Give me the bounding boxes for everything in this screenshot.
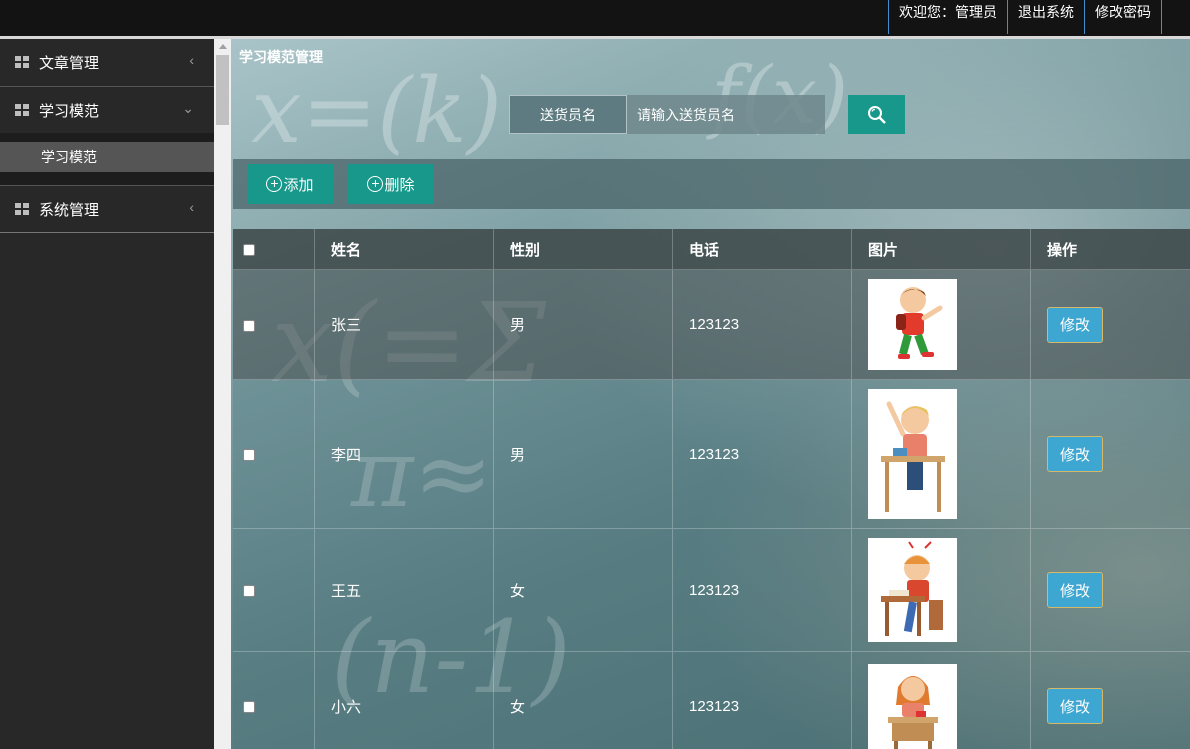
chevron-down-icon: ⌄ bbox=[182, 100, 194, 116]
data-table: 姓名 性别 电话 图片 操作 张三 男 123123 修改 李四 男 12312… bbox=[233, 229, 1190, 749]
sidebar-subitem-models[interactable]: 学习模范 bbox=[0, 142, 214, 172]
logout-link[interactable]: 退出系统 bbox=[1007, 0, 1084, 34]
sidebar-submenu: 学习模范 bbox=[0, 133, 214, 185]
search-label: 送货员名 bbox=[509, 95, 627, 134]
cell-gender: 男 bbox=[494, 380, 673, 528]
cell-action: 修改 bbox=[1031, 270, 1190, 379]
scrollbar[interactable] bbox=[214, 39, 231, 749]
cell-gender: 男 bbox=[494, 270, 673, 379]
edit-button[interactable]: 修改 bbox=[1047, 688, 1103, 724]
select-all-checkbox[interactable] bbox=[243, 244, 255, 256]
delete-button[interactable]: + 删除 bbox=[348, 164, 434, 204]
sidebar-item-label: 系统管理 bbox=[39, 201, 100, 219]
add-button[interactable]: + 添加 bbox=[247, 164, 333, 204]
sidebar-divider bbox=[0, 232, 214, 233]
delete-button-label: 删除 bbox=[384, 176, 415, 194]
cell-image bbox=[852, 652, 1031, 749]
row-checkbox-cell bbox=[233, 270, 315, 379]
cell-name: 小六 bbox=[315, 652, 494, 749]
table-row: 小六 女 123123 修改 bbox=[233, 652, 1190, 749]
sidebar-item-label: 学习模范 bbox=[39, 102, 100, 120]
row-checkbox-cell bbox=[233, 652, 315, 749]
chevron-left-icon: ‹ bbox=[189, 199, 194, 215]
edit-button[interactable]: 修改 bbox=[1047, 436, 1103, 472]
top-links: 欢迎您：管理员 退出系统 修改密码 bbox=[888, 0, 1162, 34]
table-row: 李四 男 123123 修改 bbox=[233, 380, 1190, 529]
search-icon bbox=[867, 105, 886, 124]
cell-phone: 123123 bbox=[673, 652, 852, 749]
grid-icon bbox=[15, 202, 29, 216]
add-button-label: 添加 bbox=[283, 176, 314, 194]
cell-name: 张三 bbox=[315, 270, 494, 379]
search-input[interactable] bbox=[627, 95, 825, 134]
cell-phone: 123123 bbox=[673, 529, 852, 651]
sidebar-item-label: 文章管理 bbox=[39, 55, 100, 72]
header-gender: 性别 bbox=[494, 229, 673, 269]
row-checkbox-cell bbox=[233, 529, 315, 651]
cell-name: 李四 bbox=[315, 380, 494, 528]
cell-action: 修改 bbox=[1031, 529, 1190, 651]
grid-icon bbox=[15, 56, 29, 69]
chevron-left-icon: ‹ bbox=[189, 52, 194, 68]
cell-image bbox=[852, 270, 1031, 379]
cell-phone: 123123 bbox=[673, 270, 852, 379]
scroll-up-arrow-icon[interactable] bbox=[219, 44, 227, 49]
sidebar-item-articles[interactable]: 文章管理 ‹ bbox=[0, 39, 214, 86]
table-header: 姓名 性别 电话 图片 操作 bbox=[233, 229, 1190, 270]
cell-phone: 123123 bbox=[673, 380, 852, 528]
cell-image bbox=[852, 529, 1031, 651]
cell-name: 王五 bbox=[315, 529, 494, 651]
table-row: 王五 女 123123 修改 bbox=[233, 529, 1190, 652]
search-bar: 送货员名 bbox=[509, 95, 825, 134]
plus-circle-icon: + bbox=[367, 176, 384, 192]
row-checkbox[interactable] bbox=[243, 585, 255, 597]
row-checkbox[interactable] bbox=[243, 701, 255, 713]
row-checkbox-cell bbox=[233, 380, 315, 528]
header-name: 姓名 bbox=[315, 229, 494, 269]
sidebar-item-models[interactable]: 学习模范 ⌄ bbox=[0, 86, 214, 133]
edit-button[interactable]: 修改 bbox=[1047, 306, 1103, 343]
cell-action: 修改 bbox=[1031, 652, 1190, 749]
top-bar: 欢迎您：管理员 退出系统 修改密码 bbox=[0, 0, 1190, 36]
main-content: x=(k)= f(x) x(=Σ π≈ (n-1) 学习模范管理 送货员名 + … bbox=[231, 39, 1190, 749]
cell-action: 修改 bbox=[1031, 380, 1190, 528]
boy-studying-image bbox=[868, 538, 957, 642]
cell-image bbox=[852, 380, 1031, 528]
edit-button[interactable]: 修改 bbox=[1047, 572, 1103, 608]
header-image: 图片 bbox=[852, 229, 1031, 269]
welcome-text: 欢迎您：管理员 bbox=[888, 0, 1007, 34]
header-checkbox-cell bbox=[233, 229, 315, 269]
page-title: 学习模范管理 bbox=[239, 49, 323, 65]
row-checkbox[interactable] bbox=[243, 449, 255, 461]
plus-circle-icon: + bbox=[266, 176, 283, 192]
sidebar: 文章管理 ‹ 学习模范 ⌄ 学习模范 系统管理 ‹ bbox=[0, 39, 214, 749]
grid-icon bbox=[15, 103, 29, 117]
cell-gender: 女 bbox=[494, 652, 673, 749]
search-button[interactable] bbox=[848, 95, 905, 134]
cell-gender: 女 bbox=[494, 529, 673, 651]
toolbar: + 添加 + 删除 bbox=[233, 159, 1190, 209]
table-row: 张三 男 123123 修改 bbox=[233, 270, 1190, 380]
header-action: 操作 bbox=[1047, 241, 1078, 259]
scroll-thumb[interactable] bbox=[216, 55, 229, 125]
header-phone: 电话 bbox=[673, 229, 852, 269]
change-password-link[interactable]: 修改密码 bbox=[1084, 0, 1162, 34]
girl-at-desk-image bbox=[868, 664, 957, 749]
row-checkbox[interactable] bbox=[243, 319, 255, 332]
boy-running-image bbox=[868, 279, 957, 370]
boy-at-desk-image bbox=[868, 389, 957, 519]
sidebar-item-system[interactable]: 系统管理 ‹ bbox=[0, 185, 214, 232]
